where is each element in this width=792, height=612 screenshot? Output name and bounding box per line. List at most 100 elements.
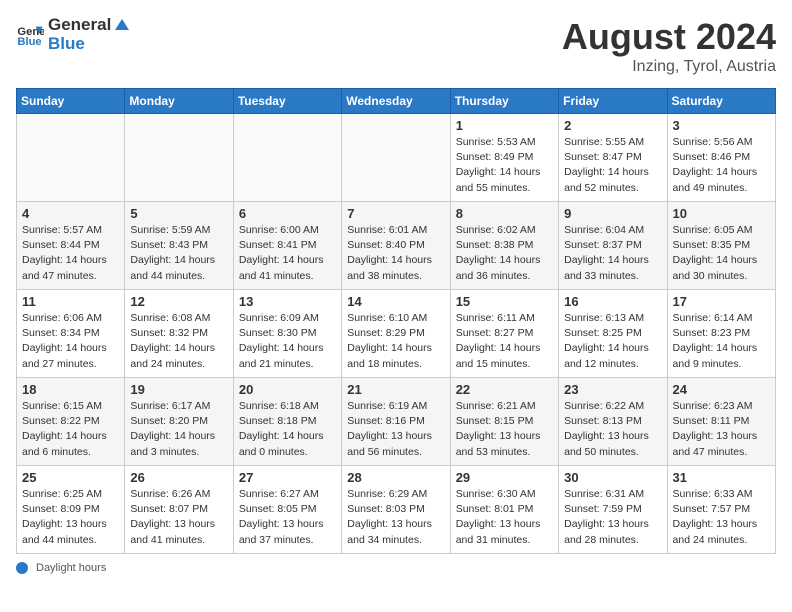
- day-info: Sunrise: 6:05 AMSunset: 8:35 PMDaylight:…: [673, 223, 770, 284]
- day-info: Sunrise: 6:19 AMSunset: 8:16 PMDaylight:…: [347, 399, 444, 460]
- calendar-header: SundayMondayTuesdayWednesdayThursdayFrid…: [17, 89, 776, 114]
- day-info: Sunrise: 5:55 AMSunset: 8:47 PMDaylight:…: [564, 135, 661, 196]
- day-number: 27: [239, 470, 336, 485]
- day-number: 13: [239, 294, 336, 309]
- calendar-cell: 12Sunrise: 6:08 AMSunset: 8:32 PMDayligh…: [125, 290, 233, 378]
- calendar-cell: 27Sunrise: 6:27 AMSunset: 8:05 PMDayligh…: [233, 466, 341, 554]
- day-number: 28: [347, 470, 444, 485]
- calendar-cell: 23 Sunrise: 6:22 AMSunset: 8:13 PMDayligh…: [559, 378, 667, 466]
- day-info: Sunrise: 6:11 AMSunset: 8:27 PMDaylight:…: [456, 311, 553, 372]
- calendar-week-row: 11 Sunrise: 6:06 AMSunset: 8:34 PMDayligh…: [17, 290, 776, 378]
- calendar-cell: 29 Sunrise: 6:30 AMSunset: 8:01 PMDayligh…: [450, 466, 558, 554]
- day-number: 24: [673, 382, 770, 397]
- day-info: Sunrise: 5:56 AMSunset: 8:46 PMDaylight:…: [673, 135, 770, 196]
- calendar-cell: 2Sunrise: 5:55 AMSunset: 8:47 PMDaylight…: [559, 114, 667, 202]
- day-number: 14: [347, 294, 444, 309]
- logo-general-text: General: [48, 16, 111, 35]
- day-number: 19: [130, 382, 227, 397]
- calendar-day-header: Tuesday: [233, 89, 341, 114]
- calendar-cell: 8 Sunrise: 6:02 AMSunset: 8:38 PMDaylight…: [450, 202, 558, 290]
- title-block: August 2024 Inzing, Tyrol, Austria: [562, 16, 776, 76]
- calendar-cell: 22Sunrise: 6:21 AMSunset: 8:15 PMDayligh…: [450, 378, 558, 466]
- calendar-day-header: Monday: [125, 89, 233, 114]
- day-number: 25: [22, 470, 119, 485]
- calendar-cell: 25 Sunrise: 6:25 AMSunset: 8:09 PMDayligh…: [17, 466, 125, 554]
- calendar-day-header: Friday: [559, 89, 667, 114]
- day-info: Sunrise: 6:06 AMSunset: 8:34 PMDaylight:…: [22, 311, 119, 372]
- calendar-cell: 5Sunrise: 5:59 AMSunset: 8:43 PMDaylight…: [125, 202, 233, 290]
- calendar-cell: 10 Sunrise: 6:05 AMSunset: 8:35 PMDayligh…: [667, 202, 775, 290]
- day-info: Sunrise: 6:01 AMSunset: 8:40 PMDaylight:…: [347, 223, 444, 284]
- calendar-cell: 17 Sunrise: 6:14 AMSunset: 8:23 PMDayligh…: [667, 290, 775, 378]
- day-number: 16: [564, 294, 661, 309]
- calendar-cell: 18 Sunrise: 6:15 AMSunset: 8:22 PMDayligh…: [17, 378, 125, 466]
- calendar-week-row: 4Sunrise: 5:57 AMSunset: 8:44 PMDaylight…: [17, 202, 776, 290]
- day-info: Sunrise: 6:14 AMSunset: 8:23 PMDaylight:…: [673, 311, 770, 372]
- calendar-cell: 11 Sunrise: 6:06 AMSunset: 8:34 PMDayligh…: [17, 290, 125, 378]
- calendar-cell: 1 Sunrise: 5:53 AMSunset: 8:49 PMDaylight…: [450, 114, 558, 202]
- page-header: General Blue General Blue August 2024 In…: [16, 16, 776, 76]
- calendar-week-row: 1 Sunrise: 5:53 AMSunset: 8:49 PMDaylight…: [17, 114, 776, 202]
- calendar-cell: [233, 114, 341, 202]
- svg-text:Blue: Blue: [17, 35, 41, 47]
- day-number: 6: [239, 206, 336, 221]
- calendar-cell: [342, 114, 450, 202]
- logo: General Blue General Blue: [16, 16, 131, 53]
- day-number: 7: [347, 206, 444, 221]
- day-info: Sunrise: 5:53 AMSunset: 8:49 PMDaylight:…: [456, 135, 553, 196]
- calendar-cell: 16 Sunrise: 6:13 AMSunset: 8:25 PMDayligh…: [559, 290, 667, 378]
- day-number: 23: [564, 382, 661, 397]
- day-info: Sunrise: 6:30 AMSunset: 8:01 PMDaylight:…: [456, 487, 553, 548]
- day-number: 8: [456, 206, 553, 221]
- page-title: August 2024: [562, 16, 776, 58]
- day-number: 4: [22, 206, 119, 221]
- calendar-day-header: Saturday: [667, 89, 775, 114]
- day-number: 1: [456, 118, 553, 133]
- footer-text: Daylight hours: [36, 562, 106, 574]
- day-info: Sunrise: 6:00 AMSunset: 8:41 PMDaylight:…: [239, 223, 336, 284]
- day-number: 3: [673, 118, 770, 133]
- calendar-cell: 14 Sunrise: 6:10 AMSunset: 8:29 PMDayligh…: [342, 290, 450, 378]
- day-number: 29: [456, 470, 553, 485]
- logo-blue-text: Blue: [48, 34, 85, 53]
- calendar-cell: 7 Sunrise: 6:01 AMSunset: 8:40 PMDaylight…: [342, 202, 450, 290]
- day-info: Sunrise: 6:22 AMSunset: 8:13 PMDaylight:…: [564, 399, 661, 460]
- calendar-week-row: 25 Sunrise: 6:25 AMSunset: 8:09 PMDayligh…: [17, 466, 776, 554]
- calendar-cell: 15 Sunrise: 6:11 AMSunset: 8:27 PMDayligh…: [450, 290, 558, 378]
- day-number: 21: [347, 382, 444, 397]
- calendar-cell: 4Sunrise: 5:57 AMSunset: 8:44 PMDaylight…: [17, 202, 125, 290]
- calendar-day-header: Wednesday: [342, 89, 450, 114]
- day-info: Sunrise: 6:10 AMSunset: 8:29 PMDaylight:…: [347, 311, 444, 372]
- calendar-cell: 30Sunrise: 6:31 AMSunset: 7:59 PMDayligh…: [559, 466, 667, 554]
- calendar-week-row: 18 Sunrise: 6:15 AMSunset: 8:22 PMDayligh…: [17, 378, 776, 466]
- footer-note: Daylight hours: [16, 562, 776, 574]
- day-info: Sunrise: 5:59 AMSunset: 8:43 PMDaylight:…: [130, 223, 227, 284]
- calendar-cell: [125, 114, 233, 202]
- calendar-table: SundayMondayTuesdayWednesdayThursdayFrid…: [16, 88, 776, 554]
- day-info: Sunrise: 6:25 AMSunset: 8:09 PMDaylight:…: [22, 487, 119, 548]
- calendar-cell: 6 Sunrise: 6:00 AMSunset: 8:41 PMDaylight…: [233, 202, 341, 290]
- day-number: 18: [22, 382, 119, 397]
- day-number: 15: [456, 294, 553, 309]
- calendar-cell: 13 Sunrise: 6:09 AMSunset: 8:30 PMDayligh…: [233, 290, 341, 378]
- day-number: 20: [239, 382, 336, 397]
- day-info: Sunrise: 6:02 AMSunset: 8:38 PMDaylight:…: [456, 223, 553, 284]
- calendar-cell: 20Sunrise: 6:18 AMSunset: 8:18 PMDayligh…: [233, 378, 341, 466]
- day-info: Sunrise: 6:17 AMSunset: 8:20 PMDaylight:…: [130, 399, 227, 460]
- day-number: 10: [673, 206, 770, 221]
- day-info: Sunrise: 6:09 AMSunset: 8:30 PMDaylight:…: [239, 311, 336, 372]
- day-number: 31: [673, 470, 770, 485]
- day-info: Sunrise: 6:23 AMSunset: 8:11 PMDaylight:…: [673, 399, 770, 460]
- calendar-body: 1 Sunrise: 5:53 AMSunset: 8:49 PMDaylight…: [17, 114, 776, 554]
- calendar-cell: 31Sunrise: 6:33 AMSunset: 7:57 PMDayligh…: [667, 466, 775, 554]
- calendar-cell: [17, 114, 125, 202]
- day-info: Sunrise: 6:26 AMSunset: 8:07 PMDaylight:…: [130, 487, 227, 548]
- day-number: 17: [673, 294, 770, 309]
- calendar-cell: 19 Sunrise: 6:17 AMSunset: 8:20 PMDayligh…: [125, 378, 233, 466]
- calendar-cell: 26Sunrise: 6:26 AMSunset: 8:07 PMDayligh…: [125, 466, 233, 554]
- day-number: 12: [130, 294, 227, 309]
- footer-dot-icon: [16, 562, 28, 574]
- day-info: Sunrise: 6:13 AMSunset: 8:25 PMDaylight:…: [564, 311, 661, 372]
- day-number: 11: [22, 294, 119, 309]
- day-info: Sunrise: 6:15 AMSunset: 8:22 PMDaylight:…: [22, 399, 119, 460]
